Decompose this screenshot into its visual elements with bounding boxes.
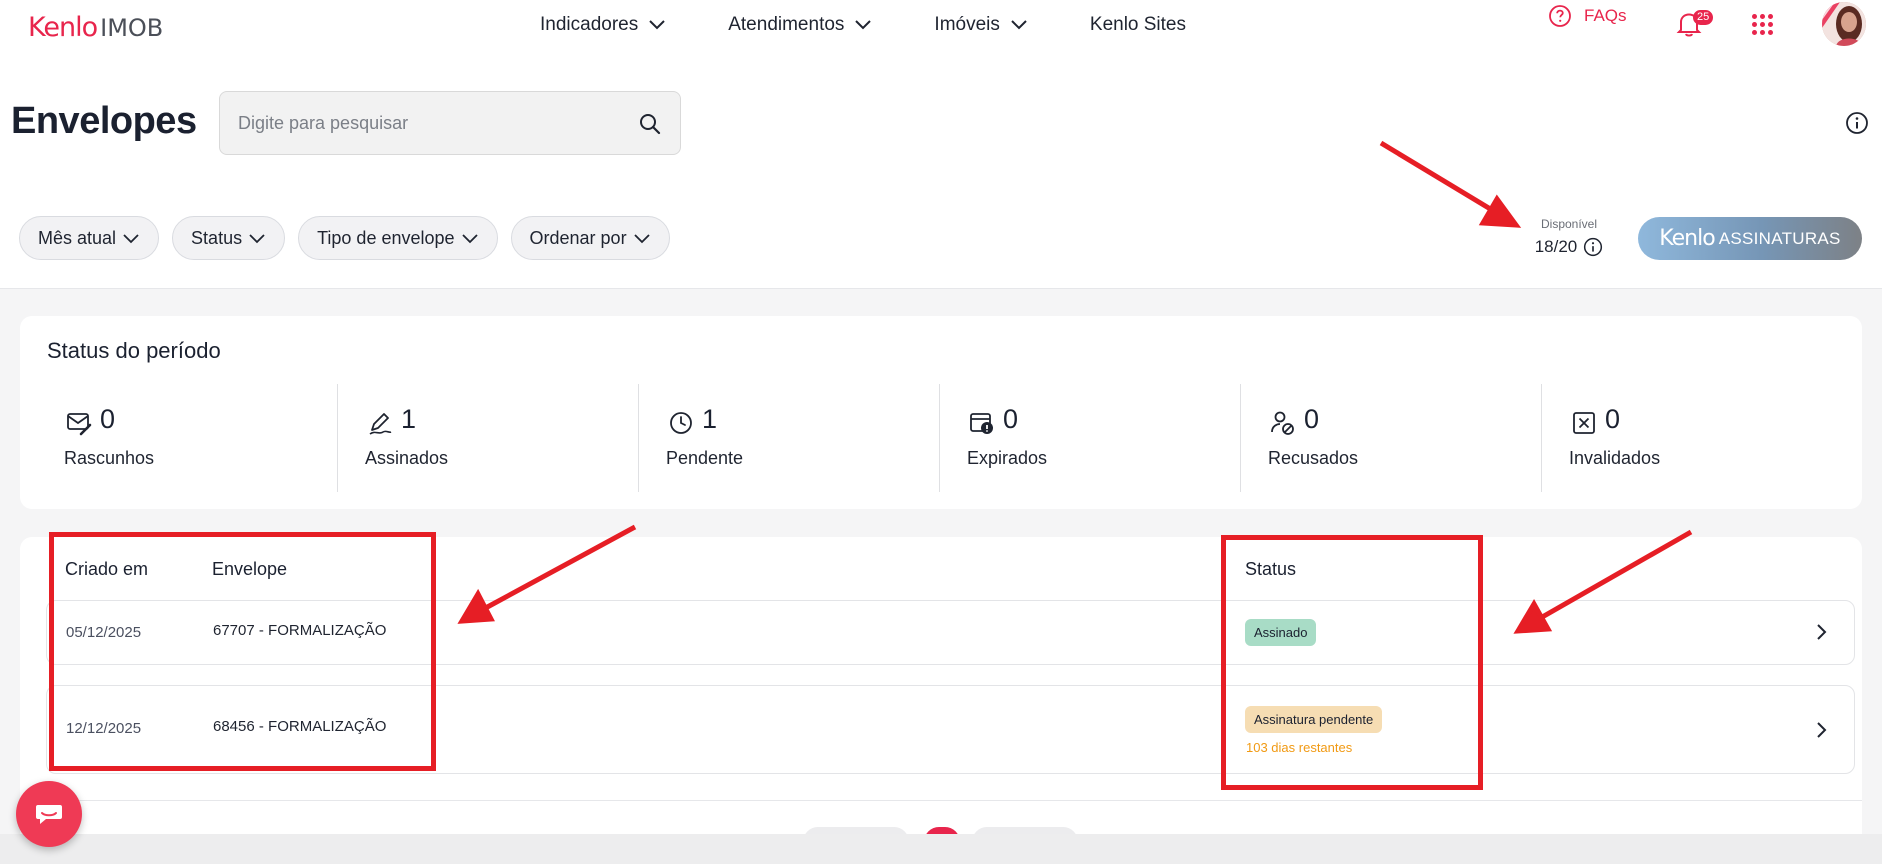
nav-label: Indicadores — [540, 14, 639, 35]
assinaturas-label: ASSINATURAS — [1718, 228, 1841, 248]
status-period-title: Status do período — [47, 338, 221, 363]
chevron-down-icon — [249, 234, 265, 244]
draft-envelope-icon — [67, 413, 92, 436]
availability-counter: Disponível 18/20 — [1532, 217, 1606, 257]
stat-separator — [638, 384, 639, 492]
stat-separator — [939, 384, 940, 492]
stat-pendente[interactable]: 1 Pendente — [638, 384, 939, 492]
filter-ordenar-por[interactable]: Ordenar por — [510, 216, 670, 260]
stat-value: 0 — [1003, 404, 1019, 434]
search-field[interactable] — [219, 91, 681, 155]
signature-pen-icon — [369, 413, 392, 435]
chevron-down-icon — [461, 234, 478, 244]
filter-bar: Mês atual Status Tipo de envelope Ordena… — [19, 216, 683, 260]
stat-recusados[interactable]: 0 Recusados — [1240, 384, 1541, 492]
stat-separator — [1240, 384, 1241, 492]
nav-label: Imóveis — [934, 14, 1000, 35]
pagination-divider — [20, 800, 1862, 801]
stat-label: Pendente — [666, 448, 744, 468]
chevron-down-icon — [123, 234, 139, 244]
logo-kenlo-text: Kenlo — [28, 12, 98, 43]
stat-label: Recusados — [1268, 448, 1359, 468]
kenlo-imob-logo[interactable]: Kenlo IMOB — [28, 12, 164, 43]
chat-bubble-icon — [36, 805, 62, 824]
stat-value: 0 — [1605, 404, 1621, 434]
stat-label: Invalidados — [1569, 448, 1661, 468]
invalid-x-icon — [1573, 412, 1595, 434]
stat-separator — [337, 384, 338, 492]
stat-label: Assinados — [365, 448, 449, 468]
info-icon[interactable] — [1845, 111, 1869, 135]
refused-user-icon — [1271, 411, 1294, 435]
stat-value: 1 — [702, 404, 718, 434]
chevron-right-icon[interactable] — [1812, 623, 1830, 641]
question-circle-icon — [1549, 5, 1571, 27]
nav-label: Kenlo Sites — [1089, 14, 1187, 35]
chevron-right-icon[interactable] — [1812, 721, 1830, 739]
filter-label: Tipo de envelope — [317, 227, 455, 248]
stat-value: 0 — [100, 404, 116, 434]
nav-imoveis[interactable]: Imóveis — [934, 14, 1027, 36]
kenlo-assinaturas-button[interactable]: Kenlo ASSINATURAS — [1638, 217, 1862, 260]
main-nav: Indicadores Atendimentos Imóveis Kenlo S… — [540, 14, 1248, 36]
filter-label: Status — [191, 227, 243, 248]
faq-link[interactable]: FAQs — [1548, 4, 1627, 28]
status-period-card: Status do período 0 Rascunhos 1 Assinado… — [20, 316, 1862, 509]
top-navbar: Kenlo IMOB Indicadores Atendimentos Imóv… — [0, 0, 1882, 52]
stat-value: 0 — [1304, 404, 1320, 434]
logo-product-text: IMOB — [100, 14, 164, 42]
filter-label: Ordenar por — [529, 227, 627, 248]
apps-grid-icon[interactable] — [1752, 14, 1773, 35]
notification-count-badge: 25 — [1693, 10, 1714, 25]
filter-status[interactable]: Status — [172, 216, 286, 260]
availability-value: 18/20 — [1534, 237, 1578, 256]
nav-atendimentos[interactable]: Atendimentos — [728, 14, 872, 36]
chevron-down-icon — [633, 234, 650, 244]
filter-label: Mês atual — [38, 227, 117, 248]
stat-value: 1 — [401, 404, 417, 434]
bottom-bar — [0, 834, 1882, 864]
search-icon[interactable] — [638, 112, 662, 136]
user-photo-icon — [1822, 2, 1866, 46]
stat-label: Expirados — [967, 448, 1048, 468]
filter-tipo-envelope[interactable]: Tipo de envelope — [298, 216, 498, 260]
chevron-down-icon — [1011, 20, 1027, 30]
nav-label: Atendimentos — [728, 14, 845, 35]
chat-button[interactable] — [16, 781, 82, 847]
stat-label: Rascunhos — [64, 448, 155, 468]
search-input[interactable] — [238, 92, 618, 154]
stat-rascunhos[interactable]: 0 Rascunhos — [36, 384, 337, 492]
annotation-box-status — [1221, 535, 1483, 790]
stat-invalidados[interactable]: 0 Invalidados — [1541, 384, 1842, 492]
page-title: Envelopes — [11, 100, 197, 142]
assinaturas-brand: Kenlo — [1659, 226, 1715, 251]
stat-expirados[interactable]: 0 Expirados — [939, 384, 1240, 492]
availability-label: Disponível — [1540, 217, 1598, 231]
avatar[interactable] — [1822, 2, 1866, 46]
nav-indicadores[interactable]: Indicadores — [540, 14, 666, 36]
filter-mes-atual[interactable]: Mês atual — [19, 216, 160, 260]
chevron-down-icon — [649, 20, 665, 30]
annotation-box-created-envelope — [49, 532, 436, 771]
stat-separator — [1541, 384, 1542, 492]
clock-icon — [670, 412, 692, 434]
chevron-down-icon — [855, 20, 872, 30]
nav-kenlo-sites[interactable]: Kenlo Sites — [1090, 14, 1186, 36]
stat-assinados[interactable]: 1 Assinados — [337, 384, 638, 492]
expired-calendar-icon — [970, 413, 993, 434]
faq-label: FAQs — [1584, 6, 1627, 25]
info-icon[interactable] — [1583, 237, 1603, 257]
